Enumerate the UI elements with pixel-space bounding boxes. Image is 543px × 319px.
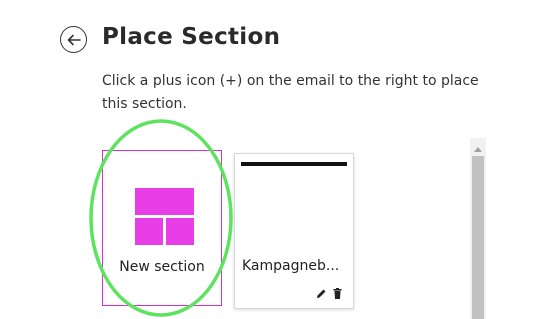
- arrow-left-icon: [67, 34, 81, 46]
- place-section-panel: Place Section Click a plus icon (+) on t…: [0, 0, 543, 319]
- template-actions: [316, 284, 343, 299]
- back-button[interactable]: [60, 26, 87, 53]
- layout-grid-icon: [135, 188, 194, 245]
- instructions-text: Click a plus icon (+) on the email to th…: [102, 73, 479, 112]
- template-card[interactable]: Kampagneb...: [234, 153, 354, 309]
- template-thumbnail-bar: [241, 162, 347, 166]
- pencil-icon[interactable]: [316, 284, 327, 298]
- triangle-up-icon: [474, 137, 482, 156]
- new-section-card[interactable]: New section: [102, 150, 222, 306]
- new-section-label: New section: [119, 259, 205, 275]
- page-title: Place Section: [102, 24, 281, 50]
- section-list: New section Kampagneb...: [100, 138, 490, 319]
- template-label: Kampagneb...: [242, 258, 340, 274]
- trash-icon[interactable]: [332, 284, 343, 299]
- scrollbar-thumb[interactable]: [472, 156, 484, 319]
- scroll-up-button[interactable]: [470, 138, 486, 154]
- scrollbar[interactable]: [470, 138, 486, 319]
